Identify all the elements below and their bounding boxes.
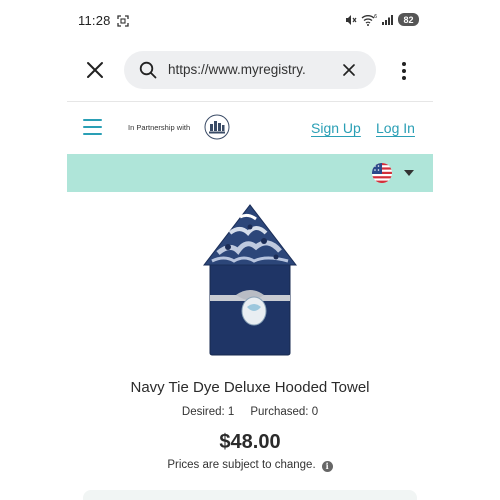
country-bar <box>67 154 433 192</box>
url-bar[interactable]: https://www.myregistry. <box>124 51 376 89</box>
price-note-text: Prices are subject to change. <box>167 459 316 471</box>
partner-text: In Partnership with <box>128 123 191 132</box>
price-note: Prices are subject to change. i <box>67 459 433 472</box>
close-icon[interactable] <box>83 58 107 82</box>
country-selector[interactable] <box>372 162 418 184</box>
mute-icon <box>346 14 357 25</box>
url-text[interactable]: https://www.myregistry. <box>168 62 328 77</box>
product-image[interactable] <box>200 203 300 357</box>
browser-toolbar: https://www.myregistry. <box>67 42 433 100</box>
battery-icon: 82 <box>398 13 419 26</box>
purchased-count: Purchased: 0 <box>250 406 319 418</box>
log-in-link[interactable]: Log In <box>376 120 415 136</box>
product-title[interactable]: Navy Tie Dye Deluxe Hooded Towel <box>67 379 433 396</box>
signal-icon <box>382 14 393 25</box>
clear-icon[interactable] <box>341 62 357 78</box>
partner-logo <box>204 114 230 140</box>
site-header: In Partnership with Sign Up Log In <box>67 102 433 154</box>
hamburger-menu-icon[interactable] <box>83 119 102 135</box>
search-icon <box>139 61 157 79</box>
product-counts: Desired: 1 Purchased: 0 <box>67 406 433 418</box>
svg-text:6: 6 <box>374 14 377 20</box>
phone-screen: 11:28 6 82 https://www.myregistry. In Pa… <box>67 0 433 500</box>
desired-count: Desired: 1 <box>181 406 235 418</box>
more-vert-icon[interactable] <box>394 59 414 83</box>
wifi-icon: 6 <box>361 14 377 26</box>
product-price: $48.00 <box>219 431 281 453</box>
info-icon[interactable]: i <box>321 461 333 472</box>
bottom-card <box>83 490 417 500</box>
status-time: 11:28 <box>78 13 111 28</box>
us-flag-icon <box>372 163 392 183</box>
sign-up-link[interactable]: Sign Up <box>311 120 361 136</box>
screenshot-icon <box>117 15 129 27</box>
chevron-down-icon <box>404 170 414 176</box>
status-icons: 6 82 <box>345 13 419 26</box>
status-bar: 11:28 6 82 <box>67 0 433 42</box>
